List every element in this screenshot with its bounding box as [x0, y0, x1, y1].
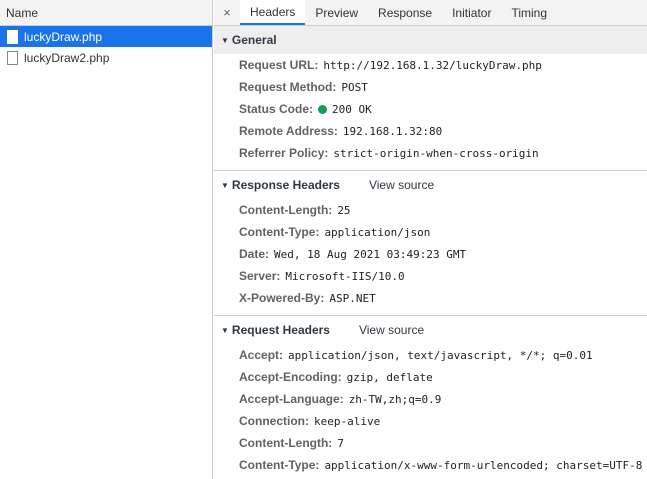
header-key: Accept-Encoding: — [239, 370, 342, 384]
header-key: Connection: — [239, 414, 309, 428]
header-key: Status Code: — [239, 102, 314, 116]
response-headers-section-header[interactable]: ▼ Response Headers View source — [214, 171, 647, 199]
header-key: Referrer Policy: — [239, 146, 329, 160]
header-key: Request URL: — [239, 58, 319, 72]
header-value: application/json, text/javascript, */*; … — [288, 348, 593, 362]
general-section-header[interactable]: ▼ General — [214, 26, 647, 54]
view-source-link[interactable]: View source — [369, 178, 434, 192]
header-row: Status Code: 200 OK — [214, 98, 647, 120]
header-key: Accept-Language: — [239, 392, 344, 406]
request-list-panel: Name luckyDraw.php luckyDraw2.php — [0, 0, 213, 479]
header-value: Wed, 18 Aug 2021 03:49:23 GMT — [274, 247, 467, 261]
status-dot-icon — [318, 104, 328, 114]
header-key: Accept: — [239, 348, 284, 362]
request-headers-section-header[interactable]: ▼ Request Headers View source — [214, 316, 647, 344]
header-row: Content-Length: 25 — [214, 199, 647, 221]
header-row: Accept-Language: zh-TW,zh;q=0.9 — [214, 388, 647, 410]
header-key: Remote Address: — [239, 124, 338, 138]
header-value: Microsoft-IIS/10.0 — [285, 269, 405, 283]
header-key: Content-Length: — [239, 203, 333, 217]
header-row: Server: Microsoft-IIS/10.0 — [214, 265, 647, 287]
tab-headers[interactable]: Headers — [240, 0, 306, 25]
file-icon — [7, 50, 18, 65]
header-value: http://192.168.1.32/luckyDraw.php — [323, 58, 542, 72]
tab-response[interactable]: Response — [368, 0, 442, 25]
header-row: Remote Address: 192.168.1.32:80 — [214, 120, 647, 142]
triangle-down-icon: ▼ — [221, 35, 229, 45]
tab-timing[interactable]: Timing — [501, 0, 557, 25]
header-row: Request URL: http://192.168.1.32/luckyDr… — [214, 54, 647, 76]
header-row: Request Method: POST — [214, 76, 647, 98]
header-value: keep-alive — [314, 414, 381, 428]
request-item[interactable]: luckyDraw.php — [0, 26, 212, 47]
header-key: Date: — [239, 247, 270, 261]
tab-initiator[interactable]: Initiator — [442, 0, 501, 25]
file-icon — [7, 29, 18, 44]
request-item-label: luckyDraw.php — [24, 29, 103, 44]
header-row: Date: Wed, 18 Aug 2021 03:49:23 GMT — [214, 243, 647, 265]
header-value: 200 OK — [332, 102, 372, 116]
header-key: Content-Length: — [239, 436, 333, 450]
request-item[interactable]: luckyDraw2.php — [0, 47, 212, 68]
header-key: Content-Type: — [239, 458, 320, 472]
header-value: application/x-www-form-urlencoded; chars… — [324, 458, 643, 472]
section-title: General — [231, 33, 277, 47]
header-row: Content-Length: 7 — [214, 432, 647, 454]
header-value: 7 — [337, 436, 344, 450]
tab-preview[interactable]: Preview — [305, 0, 368, 25]
header-value: strict-origin-when-cross-origin — [333, 146, 539, 160]
header-row: Accept-Encoding: gzip, deflate — [214, 366, 647, 388]
header-value: ASP.NET — [329, 291, 376, 305]
view-source-link[interactable]: View source — [359, 323, 424, 337]
request-details-panel: × Headers Preview Response Initiator Tim… — [214, 0, 647, 479]
header-key: Server: — [239, 269, 281, 283]
header-value: gzip, deflate — [346, 370, 433, 384]
header-key: X-Powered-By: — [239, 291, 325, 305]
request-item-label: luckyDraw2.php — [24, 50, 110, 65]
header-value: 25 — [337, 203, 351, 217]
header-row: Connection: keep-alive — [214, 410, 647, 432]
section-title: Request Headers — [231, 323, 330, 337]
header-value: application/json — [324, 225, 431, 239]
header-key: Request Method: — [239, 80, 337, 94]
header-value: 192.168.1.32:80 — [342, 124, 443, 138]
header-key: Content-Type: — [239, 225, 320, 239]
close-icon[interactable]: × — [214, 0, 240, 25]
header-row: X-Powered-By: ASP.NET — [214, 287, 647, 309]
header-value: zh-TW,zh;q=0.9 — [348, 392, 442, 406]
name-column-header[interactable]: Name — [0, 0, 212, 26]
header-row: Accept: application/json, text/javascrip… — [214, 344, 647, 366]
header-row: Content-Type: application/x-www-form-url… — [214, 454, 647, 476]
header-row: Referrer Policy: strict-origin-when-cros… — [214, 142, 647, 164]
triangle-down-icon: ▼ — [221, 325, 229, 335]
header-value: POST — [341, 80, 368, 94]
section-title: Response Headers — [231, 178, 340, 192]
details-tab-bar: × Headers Preview Response Initiator Tim… — [214, 0, 647, 26]
header-row: Content-Type: application/json — [214, 221, 647, 243]
triangle-down-icon: ▼ — [221, 180, 229, 190]
